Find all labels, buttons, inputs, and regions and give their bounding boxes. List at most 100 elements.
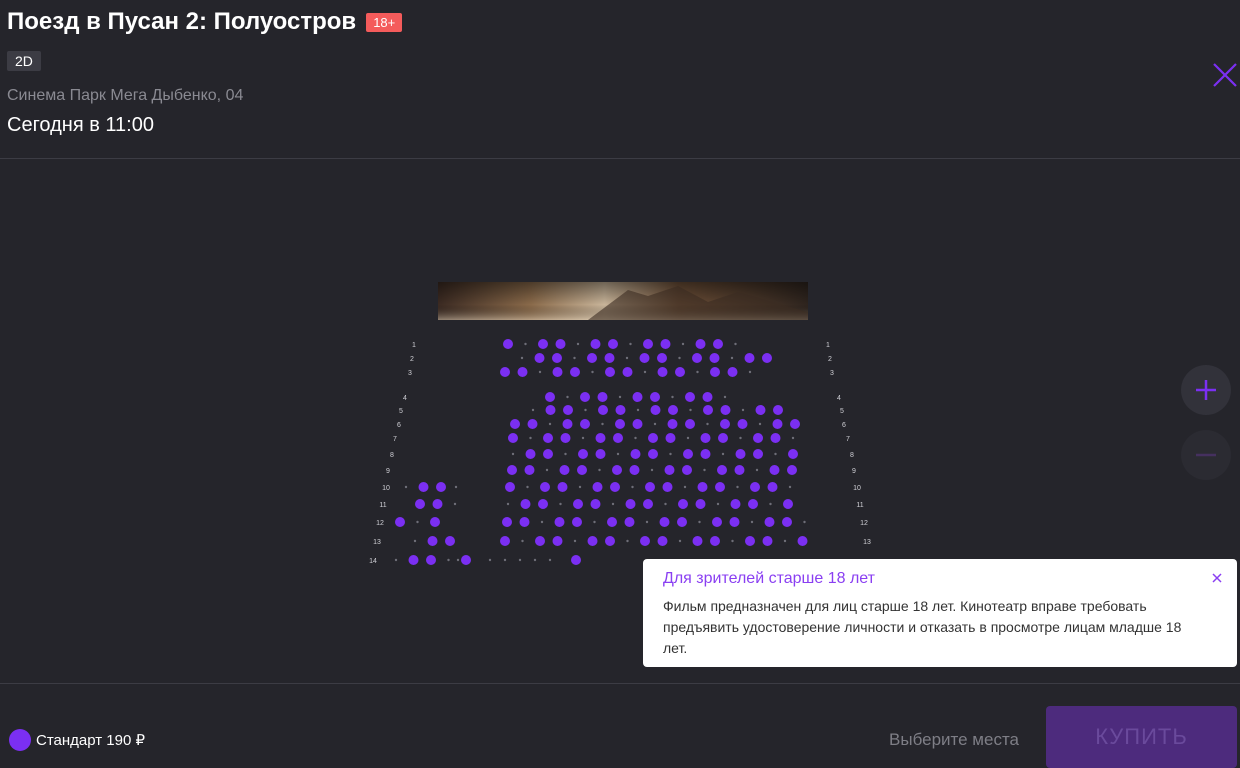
seat-available[interactable] [597,392,608,402]
seat-available[interactable] [430,517,440,527]
seat-available[interactable] [610,482,620,492]
seat-available[interactable] [571,555,581,565]
seat-available[interactable] [535,536,545,546]
seat-available[interactable] [605,367,615,377]
seat-available[interactable] [695,499,706,509]
seat-available[interactable] [787,465,797,475]
seat-available[interactable] [552,367,563,377]
seat-available[interactable] [664,465,675,475]
seat-available[interactable] [772,419,783,429]
seat-available[interactable] [797,536,808,546]
seat-available[interactable] [415,499,425,509]
seat-available[interactable] [543,449,553,459]
seat-available[interactable] [432,499,443,509]
seat-available[interactable] [520,499,531,509]
seat-available[interactable] [700,433,711,443]
seat-available[interactable] [729,517,740,527]
seat-available[interactable] [525,449,536,459]
seat-available[interactable] [718,433,728,443]
seat-available[interactable] [713,339,723,349]
seat-available[interactable] [395,517,405,527]
seat-available[interactable] [735,449,746,459]
seat-available[interactable] [573,499,583,509]
seat-available[interactable] [590,499,601,509]
seat-available[interactable] [685,392,695,402]
seat-available[interactable] [500,536,510,546]
seat-available[interactable] [554,517,565,527]
seat-available[interactable] [750,482,760,492]
seat-available[interactable] [408,555,419,565]
seat-available[interactable] [555,339,566,349]
seat-available[interactable] [685,419,695,429]
seat-available[interactable] [770,433,781,443]
seat-available[interactable] [630,449,641,459]
seat-available[interactable] [503,339,513,349]
seat-available[interactable] [773,405,783,415]
seat-available[interactable] [648,433,658,443]
buy-button[interactable]: КУПИТЬ [1046,706,1237,768]
seat-available[interactable] [629,465,640,475]
seat-available[interactable] [645,482,655,492]
seat-available[interactable] [538,339,548,349]
seat-available[interactable] [557,482,568,492]
seat-available[interactable] [700,449,711,459]
seat-available[interactable] [692,536,703,546]
seat-available[interactable] [675,367,685,377]
seat-available[interactable] [595,449,606,459]
seat-available[interactable] [695,339,706,349]
seat-available[interactable] [527,419,538,429]
seat-available[interactable] [764,517,775,527]
seat-available[interactable] [562,419,573,429]
seat-available[interactable] [737,419,748,429]
seat-available[interactable] [552,353,562,363]
seat-available[interactable] [683,449,693,459]
seat-available[interactable] [692,353,702,363]
seat-available[interactable] [615,419,625,429]
seat-available[interactable] [613,433,623,443]
seat-available[interactable] [712,517,722,527]
seat-available[interactable] [734,465,745,475]
seat-available[interactable] [650,392,660,402]
seat-available[interactable] [552,536,563,546]
seat-available[interactable] [426,555,436,565]
seat-available[interactable] [545,392,555,402]
seat-available[interactable] [538,499,548,509]
seat-available[interactable] [605,536,615,546]
seat-available[interactable] [625,499,636,509]
seat-available[interactable] [578,449,588,459]
seat-available[interactable] [717,465,727,475]
close-button[interactable] [1210,60,1240,90]
seat-available[interactable] [587,353,597,363]
seat-available[interactable] [604,353,615,363]
seat-available[interactable] [788,449,798,459]
zoom-in-button[interactable] [1181,365,1231,415]
seat-available[interactable] [508,433,518,443]
seat-available[interactable] [667,419,678,429]
seat-available[interactable] [543,433,553,443]
tooltip-close-button[interactable] [1210,571,1224,585]
seat-available[interactable] [640,536,650,546]
seat-available[interactable] [659,517,670,527]
seat-available[interactable] [560,433,571,443]
seat-available[interactable] [505,482,515,492]
seat-available[interactable] [710,536,720,546]
seat-available[interactable] [710,367,720,377]
seat-available[interactable] [595,433,606,443]
seat-available[interactable] [507,465,517,475]
seat-available[interactable] [427,536,438,546]
seat-available[interactable] [727,367,738,377]
seat-available[interactable] [622,367,633,377]
seat-available[interactable] [524,465,535,475]
seat-available[interactable] [545,405,556,415]
seat-available[interactable] [703,405,713,415]
seat-available[interactable] [762,353,772,363]
seat-available[interactable] [445,536,455,546]
seat-available[interactable] [678,499,688,509]
seat-available[interactable] [745,536,755,546]
seat-available[interactable] [590,339,601,349]
seat-available[interactable] [563,405,573,415]
seat-available[interactable] [624,517,635,527]
seat-available[interactable] [769,465,780,475]
seat-available[interactable] [608,339,618,349]
seat-available[interactable] [461,555,471,565]
